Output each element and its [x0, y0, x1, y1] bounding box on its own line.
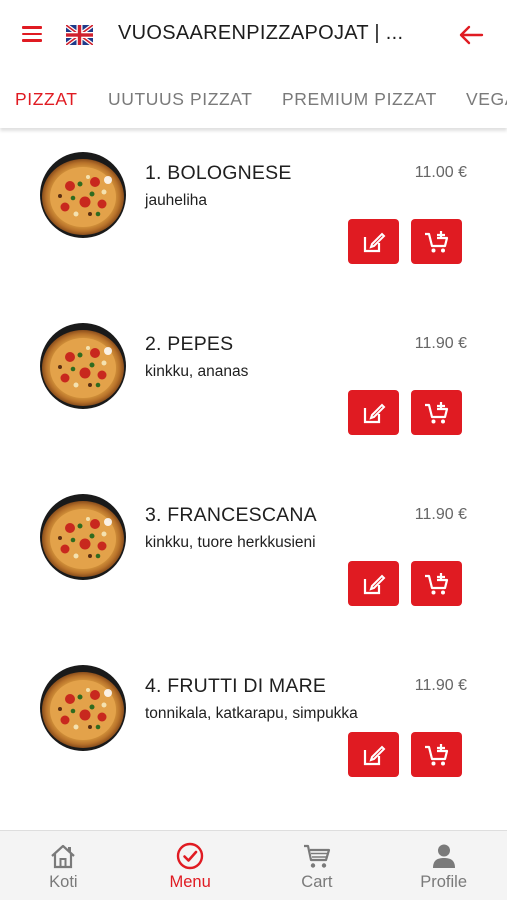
- add-to-cart-button[interactable]: [411, 561, 462, 606]
- edit-icon: [363, 232, 385, 252]
- nav-menu[interactable]: Menu: [127, 831, 254, 900]
- pizza-image[interactable]: [40, 152, 126, 238]
- nav-label: Koti: [49, 873, 78, 891]
- item-price: 11.90 €: [414, 677, 467, 694]
- add-to-cart-icon: [424, 230, 448, 252]
- add-to-cart-button[interactable]: [411, 732, 462, 777]
- edit-icon: [363, 745, 385, 765]
- tab-pizzat[interactable]: PIZZAT: [15, 89, 78, 110]
- tab-vegaani[interactable]: VEGAANI: [466, 89, 507, 110]
- menu-item: 4. FRUTTI DI MARE tonnikala, katkarapu, …: [0, 663, 507, 830]
- add-to-cart-button[interactable]: [411, 219, 462, 264]
- uk-flag-icon[interactable]: [64, 23, 95, 47]
- tab-uutuus-pizzat[interactable]: UUTUUS PIZZAT: [108, 89, 253, 110]
- customize-button[interactable]: [348, 732, 399, 777]
- nav-profile[interactable]: Profile: [380, 831, 507, 900]
- nav-cart[interactable]: Cart: [254, 831, 381, 900]
- tab-premium-pizzat[interactable]: PREMIUM PIZZAT: [282, 89, 437, 110]
- menu-list: 1. BOLOGNESE jauheliha 11.00 € 2. PEPES …: [0, 128, 507, 830]
- nav-label: Cart: [301, 873, 333, 891]
- item-price: 11.90 €: [414, 506, 467, 523]
- bottom-navigation: Koti Menu Cart Profile: [0, 830, 507, 900]
- app-header: VUOSAARENPIZZAPOJAT | ...: [0, 0, 507, 68]
- add-to-cart-button[interactable]: [411, 390, 462, 435]
- item-description: jauheliha: [145, 192, 208, 209]
- item-name: 2. PEPES: [145, 333, 234, 355]
- nav-label: Profile: [420, 873, 468, 891]
- hamburger-menu-icon[interactable]: [20, 22, 46, 46]
- edit-icon: [363, 403, 385, 423]
- menu-item: 2. PEPES kinkku, ananas 11.90 €: [0, 321, 507, 492]
- pizza-image[interactable]: [40, 665, 126, 751]
- home-icon: [51, 844, 76, 869]
- customize-button[interactable]: [348, 219, 399, 264]
- item-description: kinkku, tuore herkkusieni: [145, 534, 316, 551]
- back-arrow-icon[interactable]: [456, 22, 486, 48]
- customize-button[interactable]: [348, 561, 399, 606]
- item-name: 1. BOLOGNESE: [145, 162, 292, 184]
- add-to-cart-icon: [424, 401, 448, 423]
- item-name: 3. FRANCESCANA: [145, 504, 317, 526]
- cart-icon: [303, 844, 330, 868]
- add-to-cart-icon: [424, 572, 448, 594]
- item-price: 11.90 €: [414, 335, 467, 352]
- check-circle-icon: [176, 842, 204, 870]
- pizza-image[interactable]: [40, 323, 126, 409]
- edit-icon: [363, 574, 385, 594]
- nav-koti[interactable]: Koti: [0, 831, 127, 900]
- pizza-image[interactable]: [40, 494, 126, 580]
- category-tabs: PIZZAT UUTUUS PIZZAT PREMIUM PIZZAT VEGA…: [0, 68, 507, 128]
- menu-item: 3. FRANCESCANA kinkku, tuore herkkusieni…: [0, 492, 507, 663]
- item-description: tonnikala, katkarapu, simpukka: [145, 705, 358, 722]
- menu-item: 1. BOLOGNESE jauheliha 11.00 €: [0, 150, 507, 321]
- nav-label: Menu: [169, 873, 211, 891]
- item-name: 4. FRUTTI DI MARE: [145, 675, 327, 697]
- item-description: kinkku, ananas: [145, 363, 249, 380]
- customize-button[interactable]: [348, 390, 399, 435]
- item-price: 11.00 €: [414, 164, 467, 181]
- user-icon: [432, 844, 455, 868]
- add-to-cart-icon: [424, 743, 448, 765]
- page-title: VUOSAARENPIZZAPOJAT | ...: [118, 22, 404, 44]
